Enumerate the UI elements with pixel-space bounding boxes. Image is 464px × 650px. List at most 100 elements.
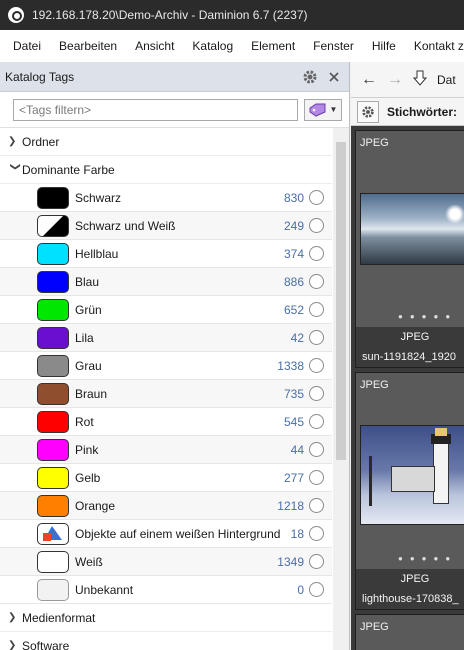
select-radio[interactable]: [309, 470, 324, 485]
tree-scrollbar[interactable]: [333, 128, 349, 650]
menu-element[interactable]: Element: [245, 39, 301, 53]
menu-bearbeiten[interactable]: Bearbeiten: [53, 39, 123, 53]
color-label: Schwarz und Weiß: [75, 218, 176, 233]
color-label: Orange: [75, 498, 116, 513]
count-badge: 18: [290, 526, 304, 541]
thumbnail-meta: JPEG sun-1191824_1920: [356, 327, 464, 367]
color-label: Grün: [75, 302, 102, 317]
select-radio[interactable]: [309, 302, 324, 317]
navigation-bar: ← → Dat: [351, 62, 464, 98]
thumbnail-card[interactable]: JPEG: [355, 614, 464, 650]
count-badge: 1338: [277, 358, 304, 373]
group-software[interactable]: ❯ Software: [0, 632, 332, 650]
count-badge: 277: [283, 470, 304, 485]
color-tag-row[interactable]: Pink 44: [0, 436, 332, 464]
select-radio[interactable]: [309, 218, 324, 233]
tag-filter-row: ▼: [0, 92, 349, 128]
select-radio[interactable]: [309, 386, 324, 401]
color-label: Weiß: [75, 554, 103, 569]
color-label: Unbekannt: [75, 582, 134, 597]
menu-katalog[interactable]: Katalog: [186, 39, 239, 53]
select-radio[interactable]: [309, 498, 324, 513]
color-label: Grau: [75, 358, 102, 373]
color-tag-row[interactable]: Blau 886: [0, 268, 332, 296]
select-radio[interactable]: [309, 414, 324, 429]
color-tag-row[interactable]: Weiß 1349: [0, 548, 332, 576]
color-tag-row[interactable]: Grau 1338: [0, 352, 332, 380]
panel-header: Katalog Tags: [0, 62, 349, 92]
color-tag-row[interactable]: Hellblau 374: [0, 240, 332, 268]
color-label: Rot: [75, 414, 94, 429]
gear-icon[interactable]: [301, 68, 319, 86]
tag-tree: ❯ Ordner ❯ Dominante Farbe Schwarz 830 Sch…: [0, 128, 332, 650]
menu-hilfe[interactable]: Hilfe: [366, 39, 402, 53]
color-swatch: [37, 270, 69, 293]
color-tag-row[interactable]: Grün 652: [0, 296, 332, 324]
thumbnail[interactable]: JPEG ●●●●●: [356, 373, 464, 569]
rating-dots[interactable]: ●●●●●: [398, 312, 457, 321]
color-label: Schwarz: [75, 190, 122, 205]
thumbnail[interactable]: JPEG: [356, 615, 464, 650]
catalog-tags-panel: Katalog Tags ▼ ❯ Ordner ❯ Dominante Farb…: [0, 62, 350, 650]
tag-icon: [309, 103, 326, 117]
select-radio[interactable]: [309, 526, 324, 541]
color-tag-row[interactable]: Unbekannt 0: [0, 576, 332, 604]
group-medienformat[interactable]: ❯ Medienformat: [0, 604, 332, 632]
select-radio[interactable]: [309, 246, 324, 261]
color-list: Schwarz 830 Schwarz und Weiß 249 Hellblau 374…: [0, 184, 332, 604]
group-dominante-farbe[interactable]: ❯ Dominante Farbe: [0, 156, 332, 184]
tag-options-button[interactable]: ▼: [304, 98, 342, 121]
color-tag-row[interactable]: Schwarz und Weiß 249: [0, 212, 332, 240]
color-tag-row[interactable]: Orange 1218: [0, 492, 332, 520]
down-arrow-icon[interactable]: [412, 70, 428, 89]
select-radio[interactable]: [309, 442, 324, 457]
forward-arrow-icon[interactable]: →: [387, 71, 403, 89]
count-badge: 1218: [277, 498, 304, 513]
color-tag-row[interactable]: Braun 735: [0, 380, 332, 408]
tag-filter-input[interactable]: [13, 98, 298, 121]
color-swatch: [37, 354, 69, 377]
thumbnail-meta: JPEG lighthouse-170838_: [356, 569, 464, 609]
breadcrumb[interactable]: Dat: [437, 73, 456, 87]
color-swatch: [37, 298, 69, 321]
color-tag-row[interactable]: Objekte auf einem weißen Hintergrund 18: [0, 520, 332, 548]
meta-type: JPEG: [400, 331, 430, 343]
daminion-logo-icon: [8, 7, 24, 23]
menu-ansicht[interactable]: Ansicht: [129, 39, 180, 53]
scrollbar-thumb[interactable]: [336, 142, 346, 460]
menu-datei[interactable]: Datei: [0, 39, 47, 53]
color-tag-row[interactable]: Gelb 277: [0, 464, 332, 492]
color-label: Objekte auf einem weißen Hintergrund: [75, 526, 281, 541]
rating-dots[interactable]: ●●●●●: [398, 554, 457, 563]
menu-fenster[interactable]: Fenster: [307, 39, 360, 53]
select-radio[interactable]: [309, 554, 324, 569]
chevron-down-icon: ▼: [329, 105, 338, 114]
count-badge: 374: [283, 246, 304, 261]
select-radio[interactable]: [309, 330, 324, 345]
count-badge: 42: [290, 330, 304, 345]
color-swatch: [37, 186, 69, 209]
close-icon[interactable]: [325, 68, 343, 86]
count-badge: 886: [283, 274, 304, 289]
select-radio[interactable]: [309, 358, 324, 373]
file-name: sun-1191824_1920: [362, 351, 456, 363]
color-swatch: [37, 438, 69, 461]
select-radio[interactable]: [309, 190, 324, 205]
gear-icon[interactable]: [357, 100, 379, 123]
color-swatch: [37, 242, 69, 265]
thumbnail-card[interactable]: JPEG ●●●●● JPEG sun-1191824_1920: [355, 130, 464, 368]
file-name: lighthouse-170838_: [362, 593, 459, 605]
select-radio[interactable]: [309, 274, 324, 289]
select-radio[interactable]: [309, 582, 324, 597]
color-label: Braun: [75, 386, 108, 401]
color-tag-row[interactable]: Schwarz 830: [0, 184, 332, 212]
chevron-right-icon: ❯: [8, 136, 17, 147]
color-tag-row[interactable]: Lila 42: [0, 324, 332, 352]
color-tag-row[interactable]: Rot 545: [0, 408, 332, 436]
thumbnail[interactable]: JPEG ●●●●●: [356, 131, 464, 327]
back-arrow-icon[interactable]: ←: [361, 71, 377, 89]
photo: [360, 193, 464, 265]
thumbnail-card[interactable]: JPEG ●●●●● JPEG lighthouse-170838_: [355, 372, 464, 610]
group-ordner[interactable]: ❯ Ordner: [0, 128, 332, 156]
menu-kontakt[interactable]: Kontakt z: [408, 39, 464, 53]
